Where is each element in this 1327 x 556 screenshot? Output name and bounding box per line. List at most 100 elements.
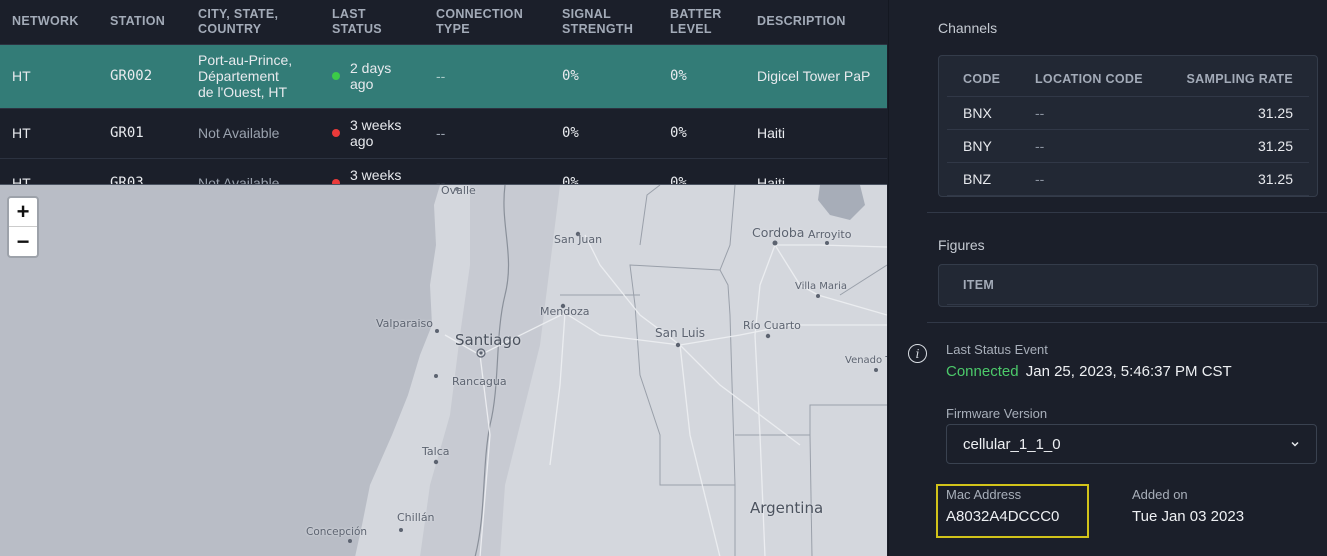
map-label-talca: Talca: [422, 445, 450, 458]
info-icon: i: [908, 344, 927, 363]
cell-sampling-rate: 31.25: [1163, 162, 1309, 196]
map-label-ovalle: Ovalle: [441, 184, 476, 197]
cell-sampling-rate: 31.25: [1163, 129, 1309, 163]
cell-location-code: --: [1035, 96, 1164, 130]
firmware-version-value: cellular_1_1_0: [963, 435, 1061, 453]
mac-address-value: A8032A4DCCC0: [946, 508, 1060, 525]
map-label-arroyito: Arroyito: [808, 228, 852, 241]
cell-code: BNZ: [947, 162, 1035, 196]
status-dot-icon: [332, 129, 340, 137]
column-header-station[interactable]: STATION: [98, 0, 186, 44]
map-label-rio-cuarto: Río Cuarto: [743, 319, 801, 332]
cell-connection-type: --: [424, 157, 550, 184]
channels-card: CODE LOCATION CODE SAMPLING RATE BNX -- …: [938, 55, 1318, 197]
station-detail-view: NETWORK STATION CITY, STATE, COUNTRY LAST…: [0, 0, 1327, 556]
stations-table: NETWORK STATION CITY, STATE, COUNTRY LAST…: [0, 0, 887, 184]
map-label-santiago: Santiago: [455, 331, 522, 349]
last-status-event-value: Connected Jan 25, 2023, 5:46:37 PM CST: [946, 363, 1232, 380]
cell-network: HT: [0, 43, 98, 108]
column-header-item: ITEM: [947, 265, 1309, 305]
cell-location: Port-au-Prince, Département de l'Ouest, HT: [186, 43, 320, 108]
cell-signal-strength: 0%: [550, 107, 658, 158]
column-header-connection-type[interactable]: CONNECTION TYPE: [424, 0, 550, 44]
cell-station: GR002: [98, 43, 186, 108]
column-header-last-status[interactable]: LAST STATUS: [320, 0, 424, 44]
map-label-rancagua: Rancagua: [452, 375, 507, 388]
column-header-sampling-rate: SAMPLING RATE: [1163, 62, 1309, 97]
section-divider: [927, 322, 1327, 323]
channel-row[interactable]: BNZ -- 31.25: [947, 162, 1309, 196]
chevron-down-icon: [1291, 441, 1299, 447]
column-header-network[interactable]: NETWORK: [0, 0, 98, 44]
map-label-villa-maria: Villa Maria: [795, 281, 848, 292]
map-label-concepcion: Concepción: [306, 526, 368, 538]
column-header-location[interactable]: CITY, STATE, COUNTRY: [186, 0, 320, 44]
stations-pane: NETWORK STATION CITY, STATE, COUNTRY LAST…: [0, 0, 887, 556]
channels-header-row: CODE LOCATION CODE SAMPLING RATE: [947, 62, 1309, 97]
map-label-mendoza: Mendoza: [540, 305, 590, 318]
zoom-in-button[interactable]: +: [9, 198, 37, 227]
channels-title: Channels: [938, 20, 998, 36]
added-on-value: Tue Jan 03 2023: [1132, 508, 1245, 525]
cell-sampling-rate: 31.25: [1163, 96, 1309, 130]
cell-signal-strength: 0%: [550, 157, 658, 184]
map-zoom-control: + −: [7, 196, 39, 258]
cell-station: GR03: [98, 157, 186, 184]
cell-connection-type: --: [424, 107, 550, 158]
last-status-event-label: Last Status Event: [946, 342, 1048, 357]
cell-code: BNX: [947, 96, 1035, 130]
figures-card: ITEM: [938, 264, 1318, 307]
table-row[interactable]: HT GR002 Port-au-Prince, Département de l'…: [0, 43, 887, 108]
cell-location: Not Available: [186, 107, 320, 158]
cell-last-status: 2 days ago: [320, 43, 424, 108]
column-header-code: CODE: [947, 62, 1035, 97]
column-header-signal-strength[interactable]: SIGNAL STRENGTH: [550, 0, 658, 44]
map-label-san-luis: San Luis: [655, 326, 706, 340]
cell-location: Not Available: [186, 157, 320, 184]
stations-table-container[interactable]: NETWORK STATION CITY, STATE, COUNTRY LAST…: [0, 0, 887, 184]
column-header-description[interactable]: DESCRIPTION: [745, 0, 887, 44]
last-status-timestamp: Jan 25, 2023, 5:46:37 PM CST: [1025, 363, 1232, 380]
figures-title: Figures: [938, 237, 985, 253]
column-header-location-code: LOCATION CODE: [1035, 62, 1164, 97]
cell-description: Digicel Tower PaP: [745, 43, 887, 108]
status-dot-icon: [332, 72, 340, 80]
cell-battery-level: 0%: [658, 107, 745, 158]
zoom-out-button[interactable]: −: [9, 227, 37, 256]
map[interactable]: Ovalle San Juan Cordoba Arroyito Villa M…: [0, 184, 887, 556]
table-header-row: NETWORK STATION CITY, STATE, COUNTRY LAST…: [0, 0, 887, 44]
cell-code: BNY: [947, 129, 1035, 163]
map-label-valparaiso: Valparaiso: [376, 317, 433, 330]
map-label-argentina: Argentina: [750, 499, 824, 517]
cell-location-code: --: [1035, 162, 1164, 196]
firmware-version-select[interactable]: cellular_1_1_0: [946, 424, 1317, 464]
table-row[interactable]: HT GR01 Not Available 3 weeks ago -- 0% 0…: [0, 107, 887, 158]
cell-battery-level: 0%: [658, 43, 745, 108]
station-details-panel: Channels CODE LOCATION CODE SAMPLING RAT…: [888, 0, 1327, 556]
cell-network: HT: [0, 107, 98, 158]
mac-address-label: Mac Address: [946, 487, 1022, 502]
map-label-cordoba: Cordoba: [752, 225, 805, 240]
cell-location-code: --: [1035, 129, 1164, 163]
cell-description: Haiti: [745, 157, 887, 184]
cell-connection-type: --: [424, 43, 550, 108]
section-divider: [927, 212, 1327, 213]
firmware-version-label: Firmware Version: [946, 406, 1048, 421]
map-label-chillan: Chillán: [397, 511, 435, 524]
channel-row[interactable]: BNX -- 31.25: [947, 96, 1309, 130]
added-on-label: Added on: [1132, 487, 1188, 502]
table-row[interactable]: HT GR03 Not Available 3 weeksago -- 0% 0…: [0, 157, 887, 184]
channel-row[interactable]: BNY -- 31.25: [947, 129, 1309, 163]
map-label-venado-tuerto: Venado T: [845, 355, 887, 366]
cell-description: Haiti: [745, 107, 887, 158]
cell-last-status: 3 weeksago: [320, 157, 424, 184]
cell-battery-level: 0%: [658, 157, 745, 184]
channels-table: CODE LOCATION CODE SAMPLING RATE BNX -- …: [947, 62, 1309, 196]
map-label-san-juan: San Juan: [554, 233, 603, 246]
cell-signal-strength: 0%: [550, 43, 658, 108]
cell-last-status: 3 weeksago: [320, 107, 424, 158]
connection-status-text: Connected: [946, 363, 1019, 380]
column-header-battery-level[interactable]: BATTER LEVEL: [658, 0, 745, 44]
cell-network: HT: [0, 157, 98, 184]
cell-station: GR01: [98, 107, 186, 158]
